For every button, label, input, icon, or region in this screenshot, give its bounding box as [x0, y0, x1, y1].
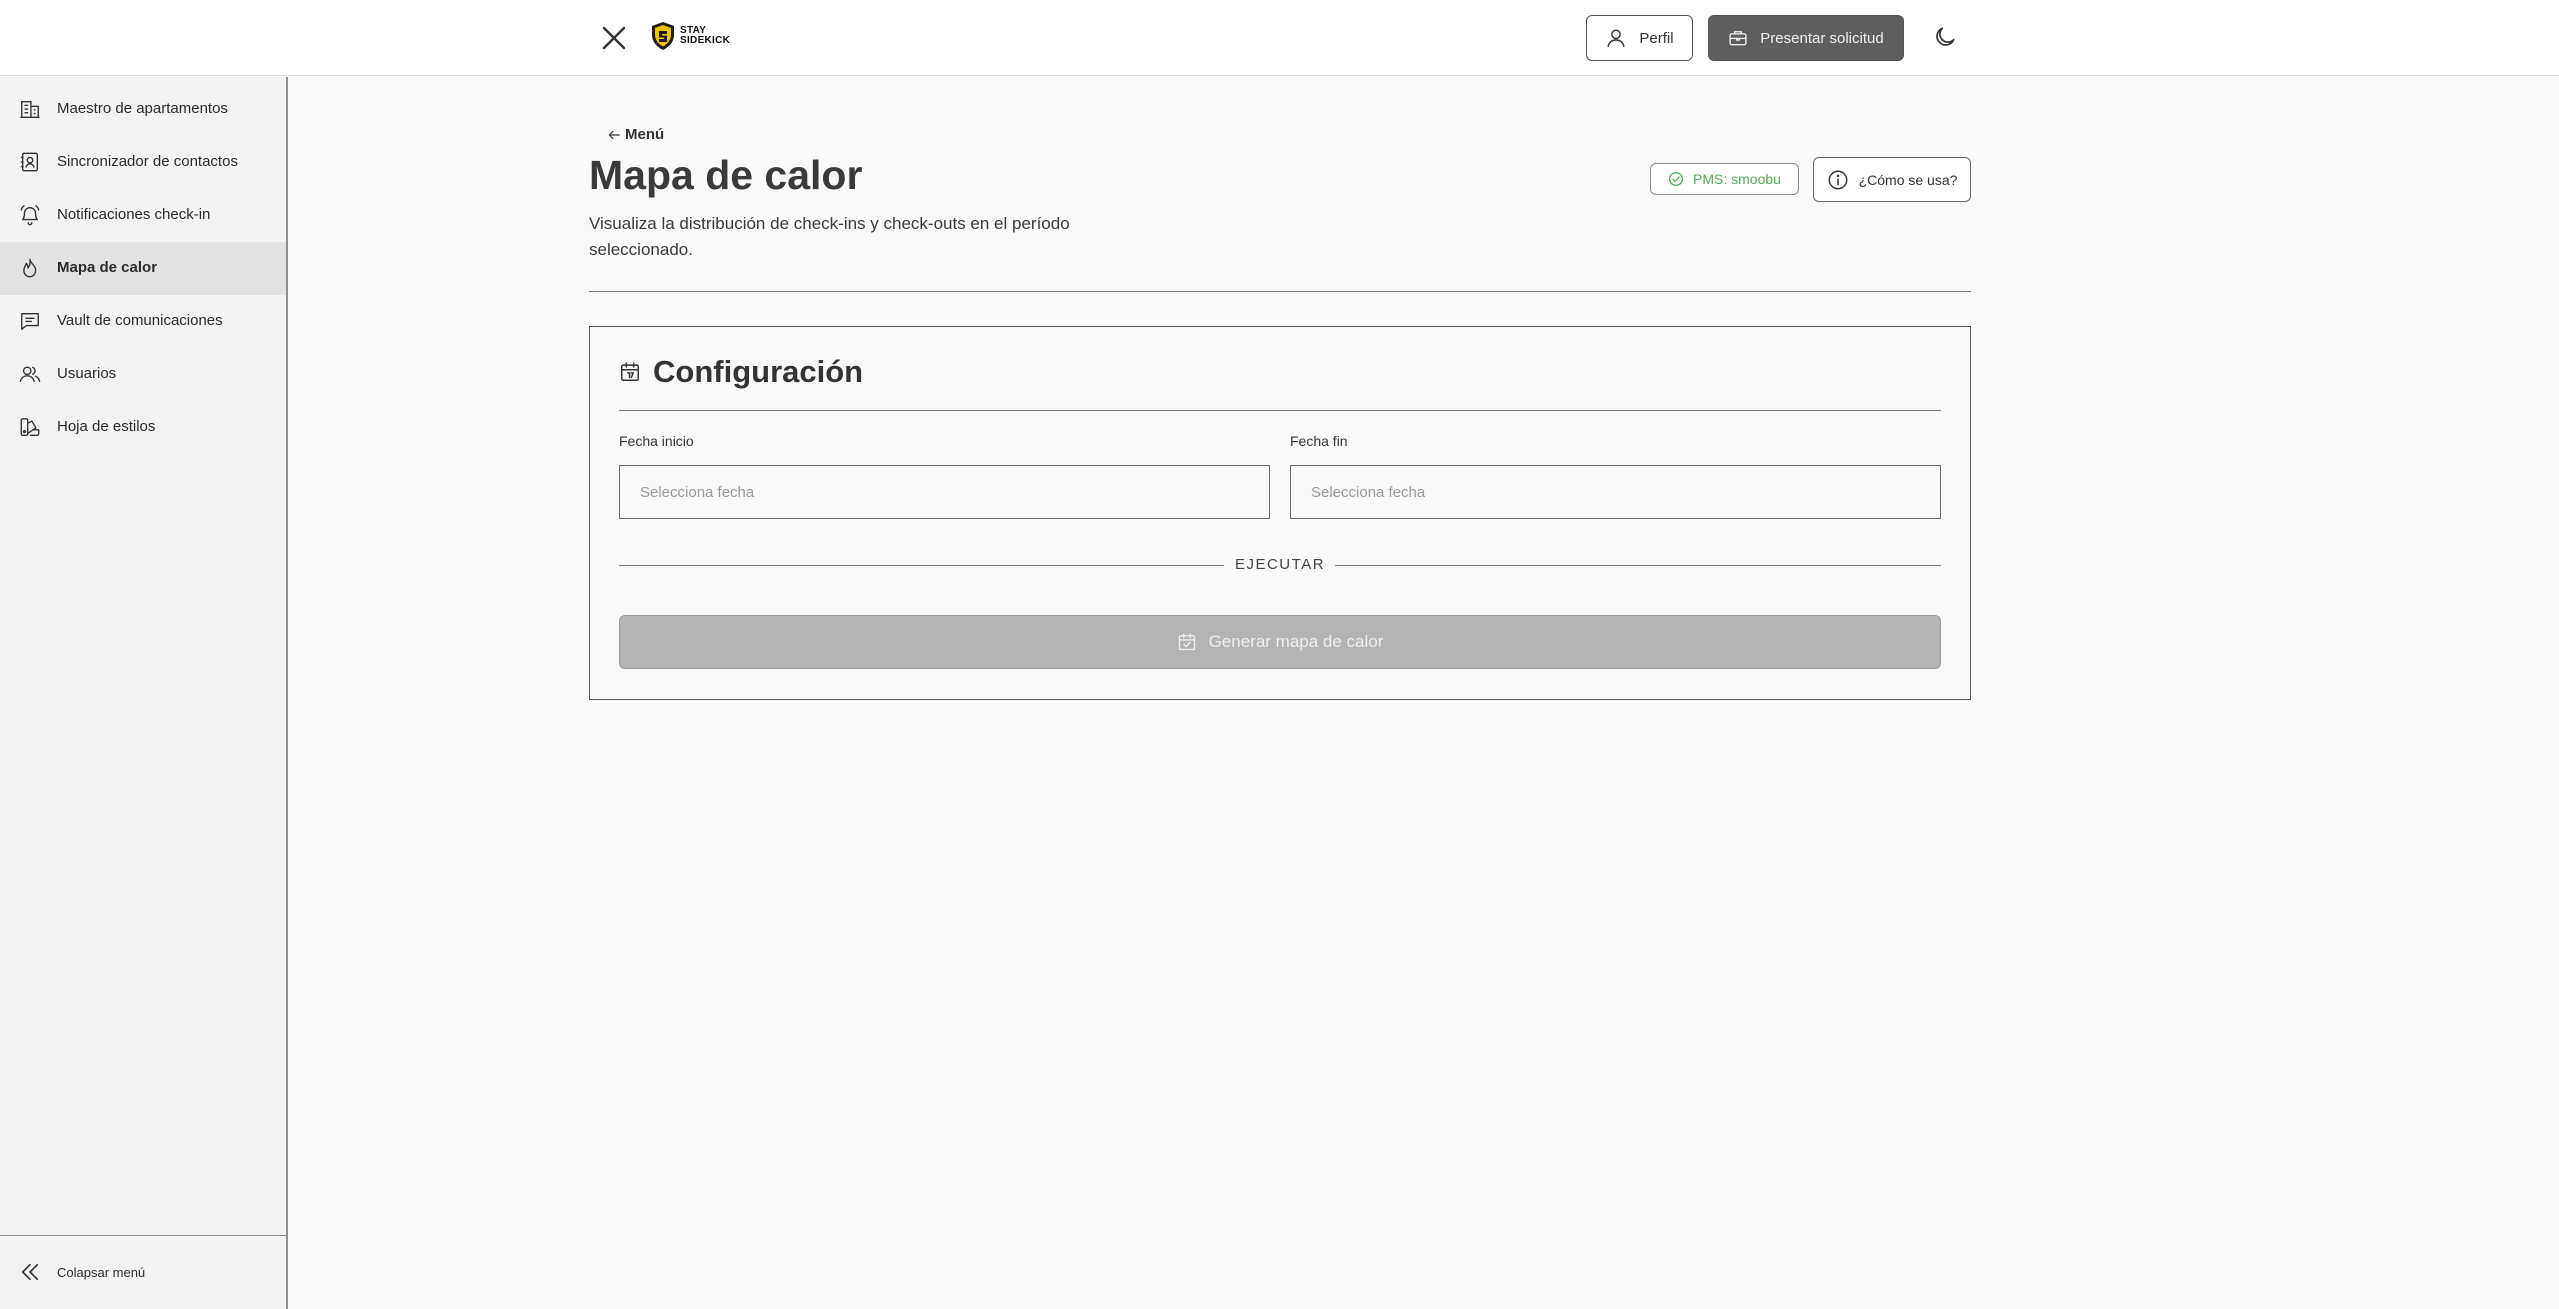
start-date-input[interactable] [619, 465, 1270, 519]
top-header: STAY SIDEKICK Perfil Presentar solicitud [0, 0, 2559, 76]
configuration-header: Configuración [619, 354, 863, 390]
info-icon [1828, 170, 1848, 189]
close-icon[interactable] [598, 22, 630, 54]
sidebar-item-label: Hoja de estilos [57, 418, 156, 435]
arrow-left-icon [608, 130, 620, 139]
end-date-label: Fecha fin [1290, 433, 1348, 449]
back-link-label: Menú [625, 126, 665, 143]
start-date-label: Fecha inicio [619, 433, 694, 449]
pms-status-badge: PMS: smoobu [1650, 163, 1799, 195]
sidebar-item-label: Notificaciones check-in [57, 206, 211, 223]
collapse-menu-label: Colapsar menú [57, 1265, 146, 1280]
submit-request-label: Presentar solicitud [1760, 29, 1884, 47]
sidebar: Maestro de apartamentos Sincronizador de… [0, 77, 288, 1309]
header-divider [589, 291, 1971, 292]
sidebar-item-label: Maestro de apartamentos [57, 100, 228, 117]
bell-icon [20, 205, 40, 226]
sidebar-item-label: Mapa de calor [57, 259, 158, 276]
generate-heatmap-label: Generar mapa de calor [1208, 632, 1384, 651]
swatch-book-icon [20, 418, 40, 436]
logo-wordmark: STAY SIDEKICK [680, 26, 730, 46]
moon-icon[interactable] [1932, 24, 1958, 50]
shield-logo-icon [652, 22, 674, 50]
user-icon [1607, 29, 1625, 47]
chevrons-left-icon [21, 1263, 39, 1281]
app-logo[interactable]: STAY SIDEKICK [650, 21, 730, 51]
calendar-check-icon [1178, 633, 1195, 651]
sidebar-item-heatmap[interactable]: Mapa de calor [0, 242, 286, 295]
sidebar-item-apartments[interactable]: Maestro de apartamentos [0, 83, 286, 136]
profile-button[interactable]: Perfil [1586, 15, 1693, 61]
sidebar-item-label: Sincronizador de contactos [57, 153, 238, 170]
generate-heatmap-button[interactable]: Generar mapa de calor [619, 615, 1941, 669]
how-to-use-label: ¿Cómo se usa? [1858, 171, 1958, 188]
separator-line-right [1335, 565, 1941, 566]
card-divider [619, 410, 1941, 411]
building-icon [20, 100, 40, 118]
message-square-icon [21, 312, 39, 330]
sidebar-item-communications-vault[interactable]: Vault de comunicaciones [0, 295, 286, 348]
sidebar-footer: Colapsar menú [0, 1235, 286, 1309]
collapse-menu-button[interactable]: Colapsar menú [0, 1236, 286, 1309]
back-to-menu-link[interactable]: Menú [607, 126, 664, 143]
how-to-use-button[interactable]: ¿Cómo se usa? [1813, 157, 1971, 202]
page-description: Visualiza la distribución de check-ins y… [589, 214, 1070, 259]
sidebar-item-style-sheet[interactable]: Hoja de estilos [0, 401, 286, 454]
flame-icon [23, 258, 37, 278]
logo-line-2: SIDEKICK [680, 35, 731, 46]
users-icon [19, 366, 41, 383]
contact-book-icon [20, 152, 39, 172]
page-title: Mapa de calor [589, 152, 863, 198]
sidebar-item-contacts[interactable]: Sincronizador de contactos [0, 136, 286, 189]
configuration-card: Configuración Fecha inicio Fecha fin EJE… [589, 326, 1971, 700]
briefcase-icon [1729, 31, 1747, 46]
end-date-input[interactable] [1290, 465, 1941, 519]
sidebar-item-checkin-notifications[interactable]: Notificaciones check-in [0, 189, 286, 242]
sidebar-item-label: Usuarios [57, 365, 117, 382]
submit-request-button[interactable]: Presentar solicitud [1708, 15, 1904, 61]
pms-badge-label: PMS: smoobu [1693, 171, 1781, 187]
configuration-title: Configuración [653, 354, 864, 389]
profile-button-label: Perfil [1639, 29, 1674, 47]
check-circle-icon [1669, 172, 1684, 186]
sidebar-item-users[interactable]: Usuarios [0, 348, 286, 401]
calendar-icon [621, 362, 639, 381]
sidebar-item-label: Vault de comunicaciones [57, 312, 223, 329]
